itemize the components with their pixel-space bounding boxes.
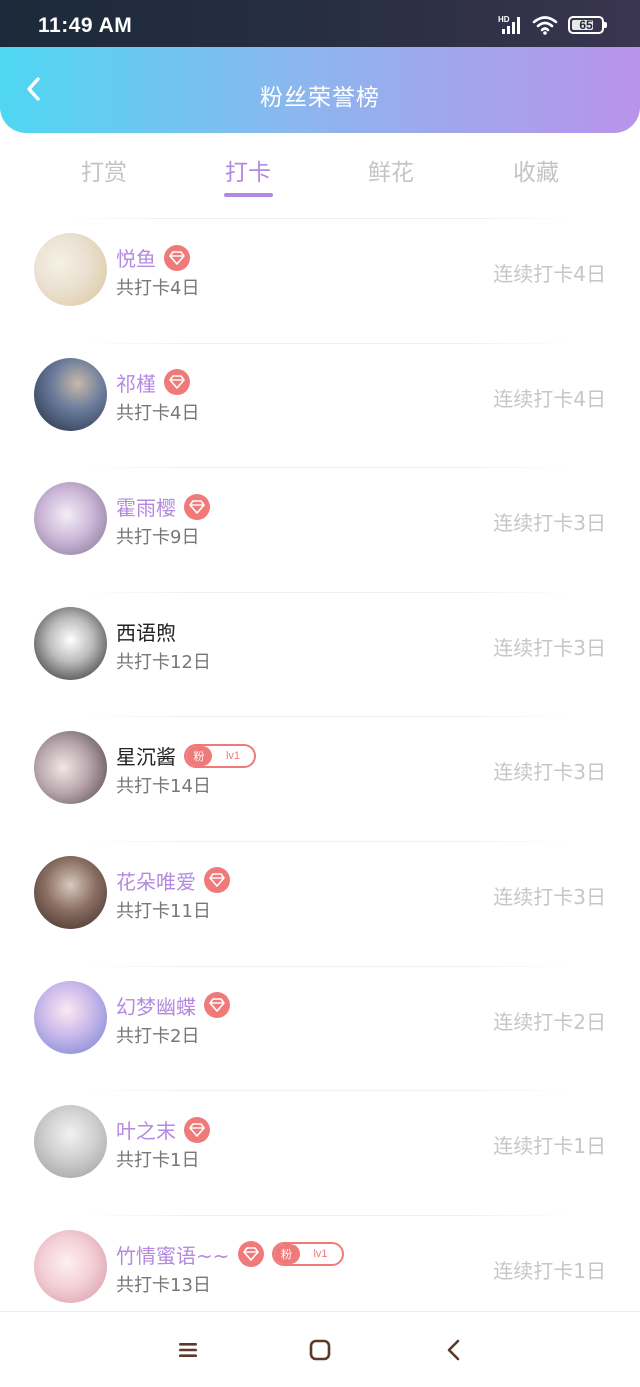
list-item[interactable]: 叶之末共打卡1日 连续打卡1日 xyxy=(0,1091,640,1216)
name-row: 祁槿 xyxy=(116,368,190,397)
streak-checkin: 连续打卡3日 xyxy=(493,511,606,536)
avatar[interactable] xyxy=(34,357,107,431)
name-row: 霍雨樱 xyxy=(116,492,210,521)
avatar[interactable] xyxy=(34,731,107,805)
battery-level: 65 xyxy=(579,18,593,32)
total-checkin: 共打卡1日 xyxy=(116,1150,200,1172)
app-header: 粉丝荣誉榜 xyxy=(0,47,640,133)
total-checkin: 共打卡14日 xyxy=(116,776,211,798)
streak-checkin: 连续打卡3日 xyxy=(493,635,606,660)
user-name: 竹情蜜语~~ xyxy=(116,1243,230,1268)
diamond-icon xyxy=(164,369,190,396)
streak-checkin: 连续打卡4日 xyxy=(493,262,606,286)
system-nav-bar xyxy=(0,1311,640,1387)
diamond-icon xyxy=(164,244,190,271)
fan-badge-label: 粉 xyxy=(186,745,212,766)
menu-icon[interactable] xyxy=(174,1336,202,1364)
list-item[interactable]: 悦鱼共打卡4日 连续打卡4日 xyxy=(0,219,640,344)
diamond-icon xyxy=(204,992,230,1019)
user-name: 叶之末 xyxy=(116,1119,176,1144)
avatar[interactable] xyxy=(34,606,107,680)
diamond-icon xyxy=(184,493,210,520)
hd-signal-icon: HD xyxy=(498,15,520,34)
tab-flowers[interactable]: 鲜花 xyxy=(341,153,441,187)
svg-text:HD: HD xyxy=(498,15,510,24)
tab-favorites[interactable]: 收藏 xyxy=(486,153,586,187)
tab-bar: 打赏 打卡 鲜花 收藏 xyxy=(0,133,640,219)
streak-checkin: 连续打卡4日 xyxy=(493,386,606,411)
user-name: 霍雨樱 xyxy=(116,496,176,521)
status-icons: HD 65 xyxy=(498,14,607,36)
wifi-icon xyxy=(532,16,558,35)
list-item[interactable]: 星沉酱粉 lv1 共打卡14日 连续打卡3日 xyxy=(0,717,640,842)
name-row: 花朵唯爱 xyxy=(116,866,230,895)
fan-honor-page: 11:49 AM HD 65 粉丝荣誉榜 打赏 打卡 鲜花 收藏 悦鱼 共打卡4… xyxy=(0,0,640,1387)
name-row: 悦鱼 xyxy=(116,243,190,272)
total-checkin: 共打卡13日 xyxy=(116,1274,211,1296)
avatar[interactable] xyxy=(34,980,107,1054)
total-checkin: 共打卡12日 xyxy=(116,651,211,673)
list-item[interactable]: 幻梦幽蝶共打卡2日 连续打卡2日 xyxy=(0,967,640,1092)
user-name: 西语煦 xyxy=(116,620,176,645)
total-checkin: 共打卡11日 xyxy=(116,900,211,922)
active-tab-indicator xyxy=(224,193,273,197)
list-item[interactable]: 花朵唯爱共打卡11日 连续打卡3日 xyxy=(0,842,640,967)
fan-level-badge: 粉 lv1 xyxy=(271,1242,344,1267)
total-checkin: 共打卡4日 xyxy=(116,402,200,424)
home-icon[interactable] xyxy=(306,1336,334,1364)
avatar[interactable] xyxy=(34,482,107,556)
diamond-icon xyxy=(204,867,230,894)
fan-badge-level: lv1 xyxy=(225,749,241,762)
user-name: 幻梦幽蝶 xyxy=(116,994,196,1019)
name-row: 星沉酱粉 lv1 xyxy=(116,741,256,770)
diamond-icon xyxy=(237,1241,264,1268)
status-bar: 11:49 AM HD 65 xyxy=(0,0,640,47)
streak-checkin: 连续打卡3日 xyxy=(493,760,606,785)
ranking-list: 悦鱼 共打卡4日 连续打卡4日 祁槿 共打卡4日 连续打卡4日 霍雨樱 共打卡9日 连续打卡3日… xyxy=(0,219,640,1341)
streak-checkin: 连续打卡3日 xyxy=(493,884,606,909)
fan-badge-label: 粉 xyxy=(273,1244,300,1265)
user-name: 祁槿 xyxy=(116,371,156,396)
list-item[interactable]: 西语煦共打卡12日 连续打卡3日 xyxy=(0,593,640,718)
avatar[interactable] xyxy=(34,233,107,306)
name-row: 叶之末 xyxy=(116,1115,210,1144)
total-checkin: 共打卡9日 xyxy=(116,527,200,549)
list-item[interactable]: 祁槿共打卡4日 连续打卡4日 xyxy=(0,344,640,469)
back-icon[interactable] xyxy=(440,1336,468,1364)
tab-checkin[interactable]: 打卡 xyxy=(198,153,298,187)
avatar[interactable] xyxy=(34,1229,107,1303)
diamond-icon xyxy=(184,1116,210,1143)
total-checkin: 共打卡2日 xyxy=(116,1025,200,1047)
streak-checkin: 连续打卡1日 xyxy=(493,1134,606,1159)
name-row: 西语煦 xyxy=(116,617,176,646)
page-title: 粉丝荣誉榜 xyxy=(260,85,380,111)
user-name: 星沉酱 xyxy=(116,745,176,770)
fan-badge-level: lv1 xyxy=(313,1248,328,1261)
name-row: 幻梦幽蝶 xyxy=(116,991,230,1020)
user-name: 花朵唯爱 xyxy=(116,869,196,894)
status-time: 11:49 AM xyxy=(38,14,133,37)
avatar[interactable] xyxy=(34,1105,107,1179)
tab-reward[interactable]: 打赏 xyxy=(54,153,154,187)
list-item[interactable]: 霍雨樱共打卡9日 连续打卡3日 xyxy=(0,468,640,593)
battery-icon: 65 xyxy=(568,16,607,34)
user-name: 悦鱼 xyxy=(116,247,156,271)
streak-checkin: 连续打卡2日 xyxy=(493,1009,606,1034)
fan-level-badge: 粉 lv1 xyxy=(184,743,256,768)
avatar[interactable] xyxy=(34,855,107,929)
name-row: 竹情蜜语~~ 粉 lv1 xyxy=(116,1240,344,1269)
total-checkin: 共打卡4日 xyxy=(116,278,200,299)
streak-checkin: 连续打卡1日 xyxy=(493,1258,606,1283)
